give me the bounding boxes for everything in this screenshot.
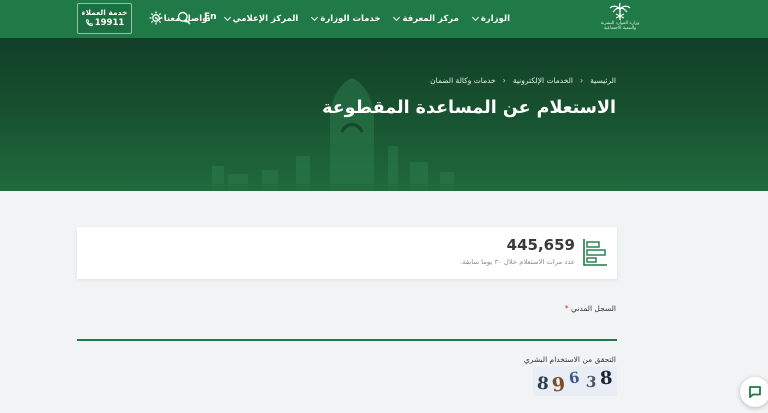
inquiry-count-label: عدد مرات الاستعلام خلال ٣٠ يوما سابقة.	[460, 258, 575, 266]
language-toggle[interactable]: En	[204, 12, 217, 22]
nav-item-media-center[interactable]: المركز الإعلامي	[223, 13, 299, 24]
nav-item-label: الوزارة	[480, 14, 510, 24]
breadcrumb: الرئيسية ‹ الخدمات الإلكترونية ‹ خدمات و…	[430, 76, 616, 85]
hero-banner: الرئيسية ‹ الخدمات الإلكترونية ‹ خدمات و…	[0, 38, 768, 191]
palm-logo-icon	[609, 3, 631, 20]
ministry-logo[interactable]: وزارة الموارد البشرية والتنمية الاجتماعي…	[590, 3, 650, 35]
captcha-char: 3	[585, 372, 597, 392]
search-icon[interactable]	[175, 10, 191, 26]
captcha-char: 8	[599, 367, 614, 389]
chevron-left-icon: ‹	[502, 76, 506, 85]
captcha-char: 8	[536, 373, 550, 395]
customer-care-button[interactable]: خدمة العملاء 19911	[77, 3, 132, 34]
inquiry-count-value: 445,659	[506, 236, 575, 254]
captcha-image: 8 9 6 3 8	[533, 366, 617, 397]
nav-item-label: المركز الإعلامي	[232, 14, 299, 24]
chevron-left-icon: ‹	[579, 76, 584, 85]
chat-bubble-icon	[749, 386, 761, 398]
chevron-down-icon	[471, 13, 479, 22]
logo-line-2: والتنمية الاجتماعية	[603, 26, 637, 31]
customer-care-number-text: 19911	[94, 18, 125, 28]
nav-item-label: خدمات الوزارة	[320, 14, 381, 24]
nav-item-label: مركز المعرفة	[402, 14, 459, 24]
page-title: الاستعلام عن المساعدة المقطوعة	[322, 98, 616, 118]
captcha-label: التحقق من الاستخدام البشري	[523, 355, 616, 364]
customer-care-label: خدمة العملاء	[81, 8, 128, 17]
civil-id-input[interactable]	[77, 310, 617, 341]
breadcrumb-guarantee-services[interactable]: خدمات وكالة الضمان	[430, 76, 496, 85]
accessibility-icon[interactable]	[147, 10, 163, 26]
bar-chart-icon	[583, 239, 607, 266]
phone-icon	[85, 19, 93, 27]
chat-button[interactable]	[740, 377, 768, 407]
top-navbar: وزارة الموارد البشرية والتنمية الاجتماعي…	[0, 0, 768, 38]
captcha-char: 9	[550, 373, 567, 397]
chevron-down-icon	[223, 13, 231, 22]
nav-item-ministry-services[interactable]: خدمات الوزارة	[311, 13, 381, 24]
chevron-down-icon	[311, 13, 319, 22]
breadcrumb-home[interactable]: الرئيسية	[590, 76, 616, 85]
captcha-char: 6	[568, 368, 581, 388]
breadcrumb-e-services[interactable]: الخدمات الإلكترونية	[513, 76, 573, 85]
customer-care-number: 19911	[78, 18, 131, 28]
nav-item-ministry[interactable]: الوزارة	[471, 13, 510, 24]
inquiry-count-card: 445,659 عدد مرات الاستعلام خلال ٣٠ يوما …	[77, 227, 617, 279]
nav-item-knowledge-center[interactable]: مركز المعرفة	[393, 13, 459, 24]
chevron-down-icon	[393, 13, 401, 22]
